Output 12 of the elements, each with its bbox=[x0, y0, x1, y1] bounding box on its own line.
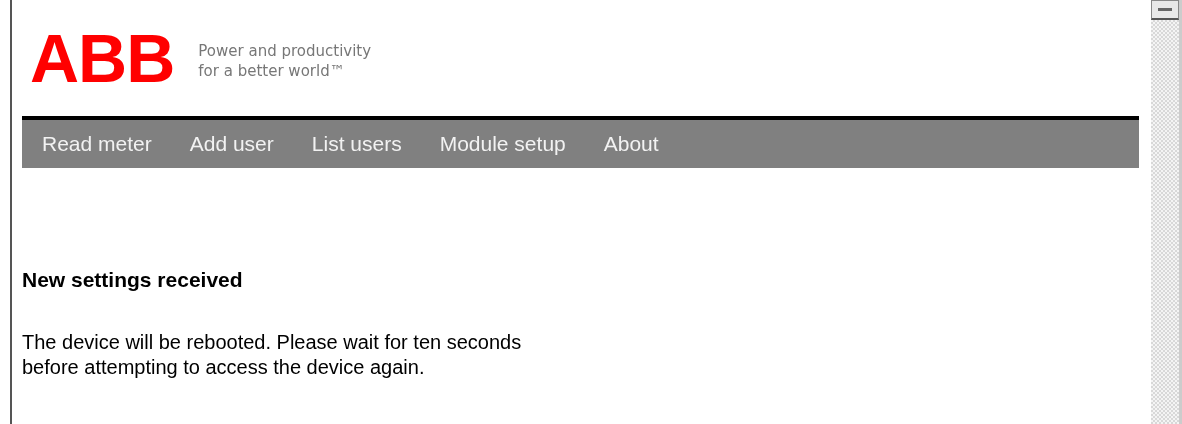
scrollbar[interactable] bbox=[1151, 0, 1182, 424]
message-text: The device will be rebooted. Please wait for ten seconds before attempting to access the device again. bbox=[22, 330, 523, 380]
nav-link[interactable]: Add user bbox=[189, 132, 274, 156]
tagline-text: Power and productivity bbox=[198, 41, 372, 61]
nav-link[interactable]: List users bbox=[311, 132, 402, 156]
logo: ABB bbox=[30, 24, 175, 92]
scroll-up-button[interactable] bbox=[1151, 0, 1179, 20]
nav-link[interactable]: Read meter bbox=[42, 132, 152, 156]
nav-link[interactable]: Module setup bbox=[439, 132, 566, 156]
nav-link[interactable]: About bbox=[603, 132, 659, 156]
tagline-text: for a better world™ bbox=[198, 61, 346, 81]
message-heading: New settings received bbox=[22, 268, 244, 292]
